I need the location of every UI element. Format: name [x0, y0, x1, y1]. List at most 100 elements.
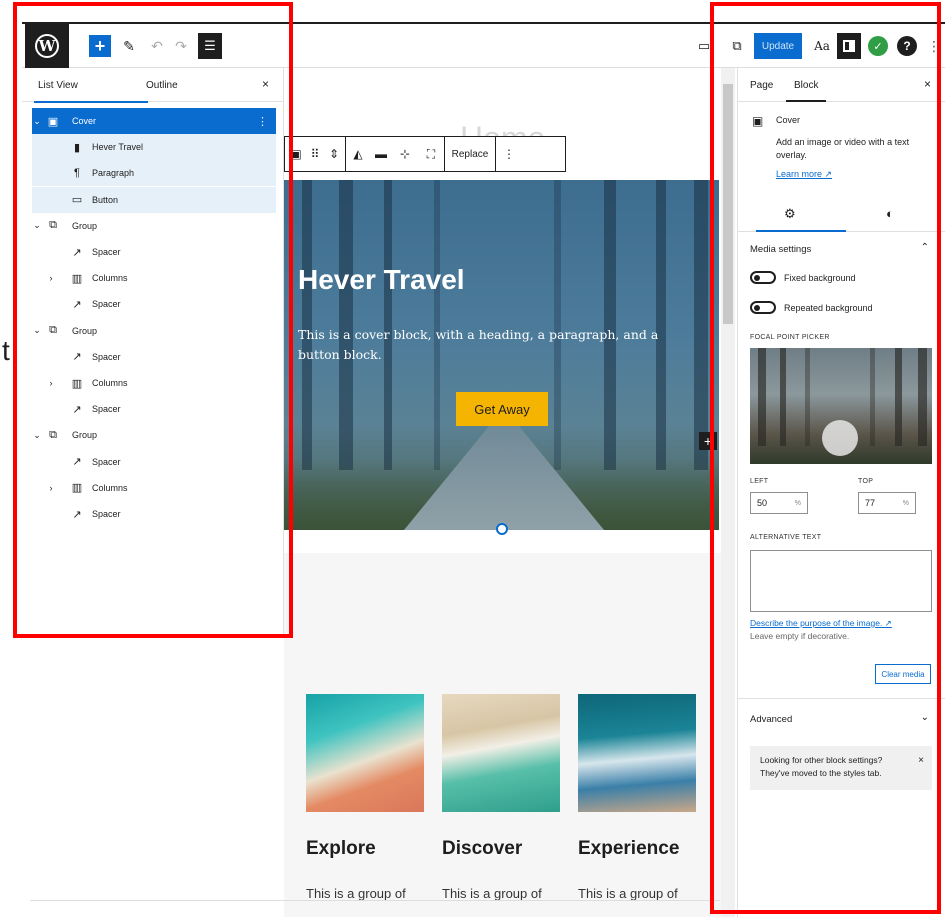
list-view-item[interactable]: › ▥ Columns	[32, 475, 276, 501]
alt-text-textarea[interactable]	[750, 550, 932, 612]
block-options-icon[interactable]: ⋮	[257, 115, 268, 128]
move-up-down-icon[interactable]: ⇕	[323, 137, 345, 171]
column-text-discover[interactable]: This is a group of	[442, 886, 542, 901]
chevron-down-icon[interactable]: ⌄	[921, 712, 929, 723]
scrollbar-thumb[interactable]	[723, 84, 733, 324]
update-button[interactable]: Update	[754, 33, 802, 59]
alt-text-caption: ALTERNATIVE TEXT	[750, 534, 822, 541]
settings-sidebar-toggle-icon[interactable]	[837, 33, 861, 59]
tab-list-view[interactable]: List View	[34, 80, 148, 103]
tab-outline[interactable]: Outline	[146, 80, 178, 91]
help-icon[interactable]: ?	[897, 36, 917, 56]
close-icon[interactable]: ×	[918, 754, 924, 767]
list-view-item[interactable]: ¶ Paragraph	[32, 160, 276, 187]
fixed-background-label: Fixed background	[784, 273, 856, 283]
add-block-inline-icon[interactable]: +	[699, 432, 717, 450]
focal-point-picker[interactable]	[750, 348, 932, 464]
contrast-icon[interactable]: ◭	[346, 137, 370, 171]
cover-paragraph[interactable]: This is a cover block, with a heading, a…	[298, 325, 698, 365]
replace-media-button[interactable]: Replace	[445, 137, 495, 171]
view-page-external-icon[interactable]: ⧉	[728, 35, 746, 57]
chevron-icon[interactable]: ⌄	[32, 116, 42, 127]
full-height-icon[interactable]: ⛶	[418, 137, 444, 171]
media-settings-title[interactable]: Media settings	[750, 244, 811, 255]
column-title-discover[interactable]: Discover	[442, 838, 522, 860]
get-away-button[interactable]: Get Away	[456, 392, 548, 426]
styles-icon[interactable]: Aa	[810, 35, 834, 57]
focal-top-input[interactable]: 77 %	[858, 492, 916, 514]
alt-text-help-link[interactable]: Describe the purpose of the image. ↗	[750, 618, 892, 629]
focal-position-icon[interactable]: ⊹	[392, 137, 418, 171]
list-view-toggle-icon[interactable]: ☰	[198, 33, 222, 59]
list-view-item[interactable]: ▮ Hever Travel	[32, 134, 276, 161]
close-icon[interactable]: ×	[262, 77, 269, 91]
list-view-item-label: Spacer	[92, 351, 121, 362]
chevron-icon[interactable]: ›	[46, 378, 56, 388]
list-view-item[interactable]: ↗ Spacer	[32, 291, 276, 317]
list-view-item[interactable]: ▭ Button	[32, 186, 276, 213]
repeated-background-toggle[interactable]	[750, 301, 776, 314]
styles-contrast-icon[interactable]: ◐	[886, 206, 894, 221]
block-type-icon: ↗	[72, 298, 82, 311]
drag-handle-icon[interactable]: ⠿	[307, 137, 323, 171]
column-text-explore[interactable]: This is a group of	[306, 886, 406, 901]
focal-left-input[interactable]: 50 %	[750, 492, 808, 514]
wordpress-logo-button[interactable]: W	[25, 24, 69, 68]
plugin-status-icon[interactable]: ✓	[868, 36, 888, 56]
cover-block-icon[interactable]: ▣	[285, 137, 307, 171]
cover-block[interactable]: Hever Travel This is a cover block, with…	[284, 180, 719, 530]
chevron-icon[interactable]: ›	[46, 273, 56, 283]
explore-image[interactable]	[306, 694, 424, 812]
advanced-title[interactable]: Advanced	[750, 714, 792, 725]
learn-more-link[interactable]: Learn more ↗	[776, 169, 832, 180]
options-more-icon[interactable]: ⋮	[927, 35, 941, 57]
block-options-icon[interactable]: ⋮	[496, 137, 522, 171]
cover-heading[interactable]: Hever Travel	[298, 264, 465, 296]
edit-tools-icon[interactable]: ✎	[120, 35, 138, 57]
content-position-icon[interactable]: ▬	[370, 137, 392, 171]
column-title-explore[interactable]: Explore	[306, 838, 376, 860]
list-view-item[interactable]: ↗ Spacer	[32, 239, 276, 265]
list-view-item[interactable]: ↗ Spacer	[32, 501, 276, 527]
list-view-item[interactable]: › ▥ Columns	[32, 265, 276, 291]
list-view-item[interactable]: ↗ Spacer	[32, 396, 276, 422]
tree-trunk	[895, 348, 902, 446]
list-view-item[interactable]: › ▥ Columns	[32, 370, 276, 396]
block-type-icon: ↗	[72, 246, 82, 259]
chevron-icon[interactable]: ›	[46, 483, 56, 493]
add-block-button[interactable]: +	[89, 35, 111, 57]
column-text-experience[interactable]: This is a group of	[578, 886, 678, 901]
settings-sidebar: Page Block × ▣ Cover Add an image or vid…	[737, 68, 945, 917]
redo-icon[interactable]: ↷	[172, 35, 190, 57]
clear-media-button[interactable]: Clear media	[875, 664, 931, 684]
styles-tab-notice: Looking for other block settings? They'v…	[750, 746, 932, 790]
tab-block[interactable]: Block	[785, 80, 828, 102]
list-view-item[interactable]: ↗ Spacer	[32, 344, 276, 370]
settings-gear-icon[interactable]: ⚙	[756, 206, 845, 232]
chevron-icon[interactable]: ⌄	[32, 220, 42, 231]
focal-left-value: 50	[757, 498, 768, 508]
column-title-experience[interactable]: Experience	[578, 838, 679, 860]
resize-handle[interactable]	[496, 523, 508, 535]
experience-image[interactable]	[578, 694, 696, 812]
editor-top-toolbar: W + ✎ ↶ ↷ ☰ ▭ ⧉ Update Aa ✓ ? ⋮	[22, 22, 945, 68]
discover-image[interactable]	[442, 694, 560, 812]
chevron-icon[interactable]: ⌄	[32, 325, 42, 336]
tab-page[interactable]: Page	[750, 80, 773, 91]
canvas-scrollbar[interactable]	[721, 68, 735, 917]
desktop-preview-icon[interactable]: ▭	[695, 35, 713, 57]
close-icon[interactable]: ×	[924, 77, 931, 91]
divider	[30, 900, 720, 901]
list-view-item[interactable]: ↗ Spacer	[32, 449, 276, 475]
list-view-item[interactable]: ⌄ ⧉ Group	[32, 318, 276, 344]
chevron-icon[interactable]: ⌄	[32, 430, 42, 441]
list-view-item[interactable]: ⌄ ▣ Cover ⋮	[32, 108, 276, 134]
cover-block-icon: ▣	[752, 114, 764, 128]
fixed-background-toggle[interactable]	[750, 271, 776, 284]
list-view-item[interactable]: ⌄ ⧉ Group	[32, 213, 276, 239]
focal-point-handle[interactable]	[822, 420, 858, 456]
list-view-item[interactable]: ⌄ ⧉ Group	[32, 422, 276, 448]
divider	[738, 698, 945, 699]
chevron-up-icon[interactable]: ⌃	[921, 242, 929, 253]
undo-icon[interactable]: ↶	[148, 35, 166, 57]
